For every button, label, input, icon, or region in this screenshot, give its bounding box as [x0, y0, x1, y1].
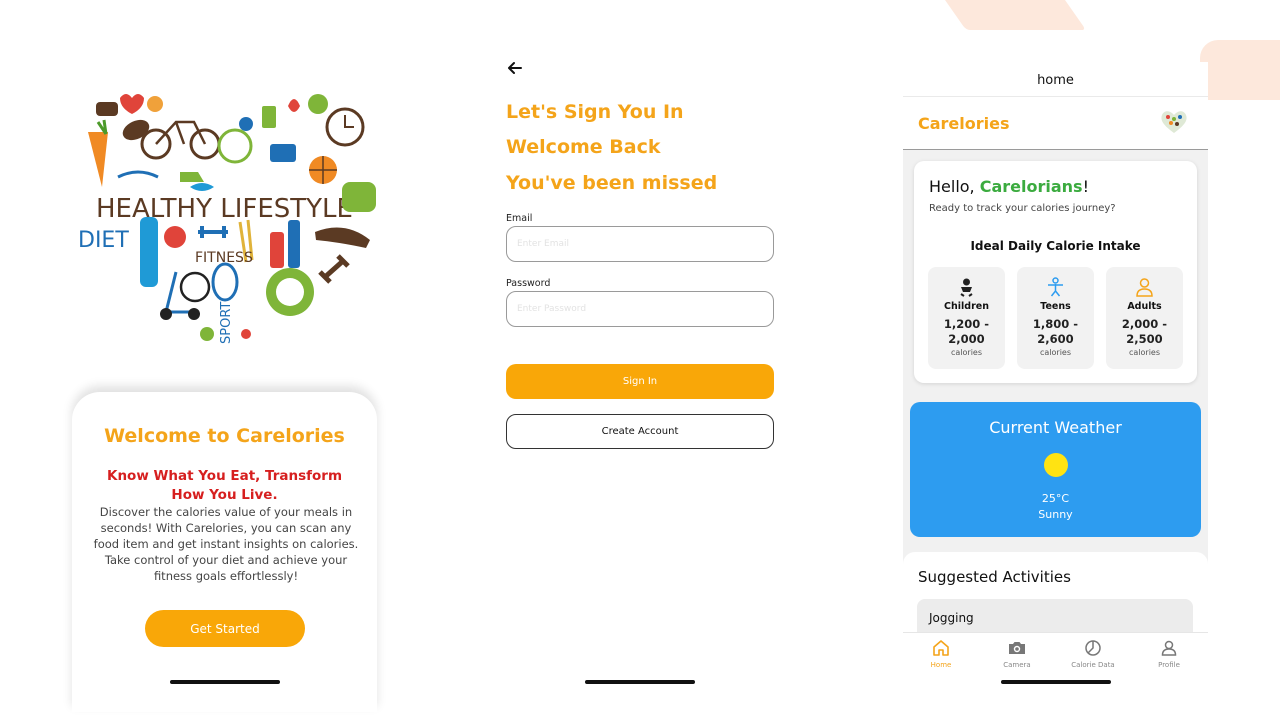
- home-indicator: [170, 680, 280, 684]
- weather-title: Current Weather: [989, 418, 1122, 437]
- nav-home[interactable]: Home: [903, 636, 979, 676]
- password-field[interactable]: [506, 291, 774, 327]
- brand-title: Carelories: [918, 114, 1010, 133]
- app-header: Carelories: [903, 97, 1208, 150]
- suggested-activities-title: Suggested Activities: [918, 568, 1071, 586]
- tile-unit: calories: [950, 348, 983, 357]
- intake-title: Ideal Daily Calorie Intake: [970, 239, 1141, 253]
- nav-label: Calorie Data: [1071, 661, 1115, 669]
- get-started-button[interactable]: Get Started: [145, 610, 305, 647]
- welcome-back-heading: Welcome Back: [506, 136, 661, 158]
- bottom-nav: Home Camera Calorie Data Profile: [903, 632, 1208, 677]
- greeting-subtitle: Ready to track your calories journey?: [929, 203, 1116, 214]
- screen-title: home: [903, 62, 1208, 97]
- greeting-card: Hello, Carelorians! Ready to track your …: [914, 161, 1197, 383]
- home-icon: [933, 640, 949, 656]
- sun-icon: [1044, 453, 1068, 477]
- decorative-shape: [1200, 40, 1280, 100]
- nav-label: Camera: [1003, 661, 1031, 669]
- email-label: Email: [506, 213, 533, 224]
- intake-tile-teens: Teens 1,800 -2,600 calories: [1017, 267, 1094, 369]
- welcome-tagline: Know What You Eat, Transform How You Liv…: [106, 468, 343, 503]
- tile-label: Adults: [1127, 301, 1162, 312]
- create-account-button[interactable]: Create Account: [506, 414, 774, 449]
- password-label: Password: [506, 278, 551, 289]
- svg-text:HEALTHY LIFESTYLE: HEALTHY LIFESTYLE: [96, 194, 353, 224]
- pie-chart-icon: [1085, 640, 1101, 656]
- weather-temperature: 25°C: [1041, 492, 1070, 505]
- back-arrow-icon[interactable]: [505, 58, 525, 78]
- greeting-text: Hello, Carelorians!: [929, 177, 1089, 196]
- tile-range: 1,800 -2,600: [1032, 317, 1079, 346]
- tile-range: 2,000 -2,500: [1121, 317, 1168, 346]
- sign-in-button[interactable]: Sign In: [506, 364, 774, 399]
- activity-name: Jogging: [929, 611, 974, 625]
- tile-label: Teens: [1040, 301, 1071, 312]
- tile-unit: calories: [1039, 348, 1072, 357]
- avatar[interactable]: [1159, 109, 1189, 135]
- svg-text:DIET: DIET: [78, 228, 129, 253]
- weather-card: Current Weather 25°C Sunny: [910, 402, 1201, 537]
- nav-label: Home: [930, 661, 952, 669]
- intake-tile-children: Children 1,200 -2,000 calories: [928, 267, 1005, 369]
- nav-label: Profile: [1158, 661, 1180, 669]
- welcome-title: Welcome to Carelories: [104, 425, 345, 447]
- intake-tile-adults: Adults 2,000 -2,500 calories: [1106, 267, 1183, 369]
- healthy-lifestyle-heart-illustration: HEALTHY LIFESTYLE DIET FITNESS SPORT: [78, 94, 376, 344]
- email-field[interactable]: [506, 226, 774, 262]
- tile-range: 1,200 -2,000: [943, 317, 990, 346]
- adult-icon: [1136, 278, 1153, 297]
- teen-icon: [1048, 277, 1063, 297]
- svg-text:SPORT: SPORT: [219, 302, 234, 344]
- home-indicator: [585, 680, 695, 684]
- profile-icon: [1161, 640, 1177, 656]
- nav-profile[interactable]: Profile: [1131, 636, 1207, 676]
- decorative-shape: [923, 0, 1087, 30]
- baby-icon: [960, 278, 973, 297]
- nav-calorie-data[interactable]: Calorie Data: [1055, 636, 1131, 676]
- signin-heading: Let's Sign You In: [506, 101, 684, 123]
- missed-heading: You've been missed: [506, 172, 718, 194]
- home-content[interactable]: Hello, Carelorians! Ready to track your …: [903, 150, 1208, 659]
- home-indicator: [1001, 680, 1111, 684]
- nav-camera[interactable]: Camera: [979, 636, 1055, 676]
- tile-label: Children: [944, 301, 989, 312]
- home-screen: home Carelories Hello, Carelorians! Read…: [903, 62, 1208, 712]
- camera-icon: [1009, 642, 1025, 654]
- weather-condition: Sunny: [1038, 508, 1073, 521]
- greeting-name: Carelorians: [979, 177, 1083, 196]
- welcome-description: Discover the calories value of your meal…: [93, 505, 359, 583]
- tile-unit: calories: [1128, 348, 1161, 357]
